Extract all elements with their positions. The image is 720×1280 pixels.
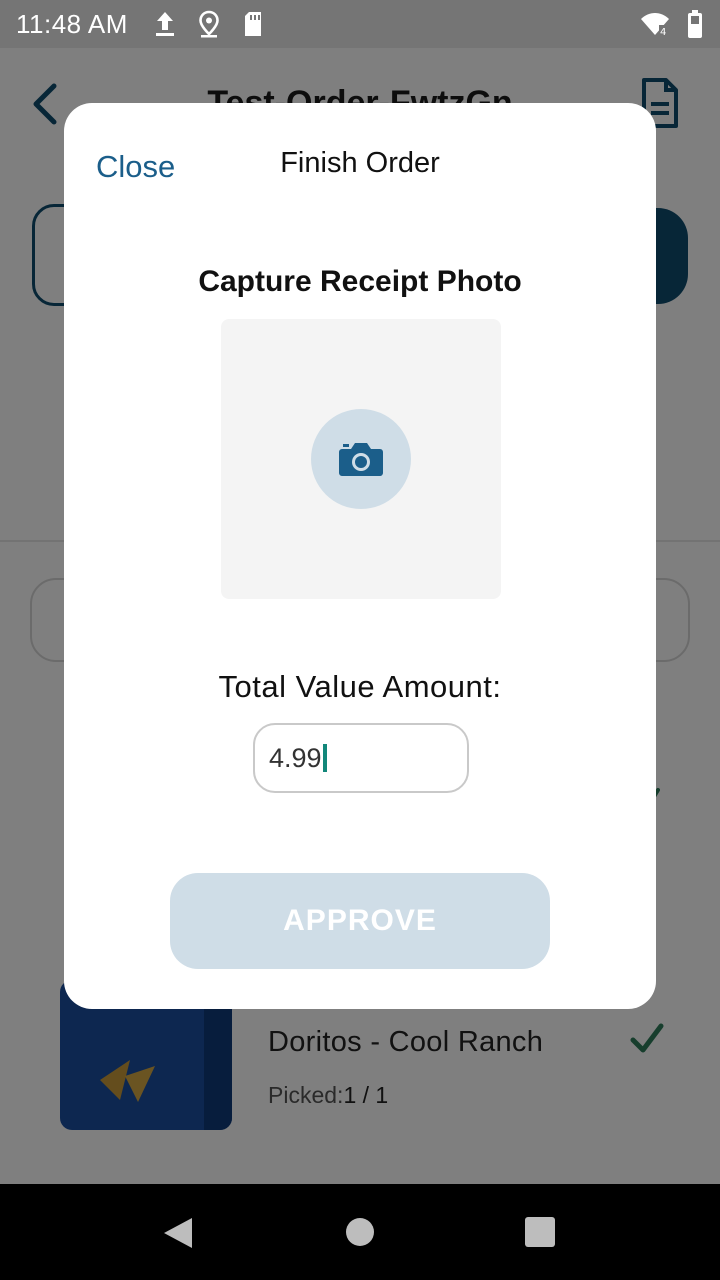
amount-input[interactable]: 4.99: [253, 723, 469, 793]
nav-back-icon[interactable]: [162, 1216, 194, 1250]
camera-icon: [339, 443, 383, 476]
amount-label: Total Value Amount:: [218, 669, 502, 704]
wifi-icon: 4: [641, 13, 669, 37]
photo-section-title: Capture Receipt Photo: [198, 265, 522, 298]
status-right-icons: 4: [640, 9, 704, 39]
system-nav-bar: [0, 1184, 720, 1280]
svg-text:4: 4: [660, 27, 666, 37]
nav-recents-icon[interactable]: [525, 1217, 555, 1247]
finish-order-modal: Close Finish Order Capture Receipt Photo…: [64, 103, 656, 1009]
approve-button[interactable]: APPROVE: [170, 873, 550, 969]
camera-button[interactable]: [311, 409, 411, 509]
location-icon: [199, 10, 219, 38]
status-bar: 11:48 AM 4: [0, 0, 720, 48]
battery-icon: [688, 10, 702, 38]
status-left-icons: [154, 10, 264, 38]
sd-card-icon: [244, 12, 261, 36]
amount-value: 4.99: [269, 742, 322, 773]
modal-title: Finish Order: [280, 147, 440, 179]
upload-icon: [155, 12, 174, 36]
status-time: 11:48 AM: [16, 8, 128, 39]
text-caret: [322, 744, 327, 772]
receipt-photo-area[interactable]: [221, 319, 501, 599]
nav-home-icon[interactable]: [346, 1218, 374, 1246]
